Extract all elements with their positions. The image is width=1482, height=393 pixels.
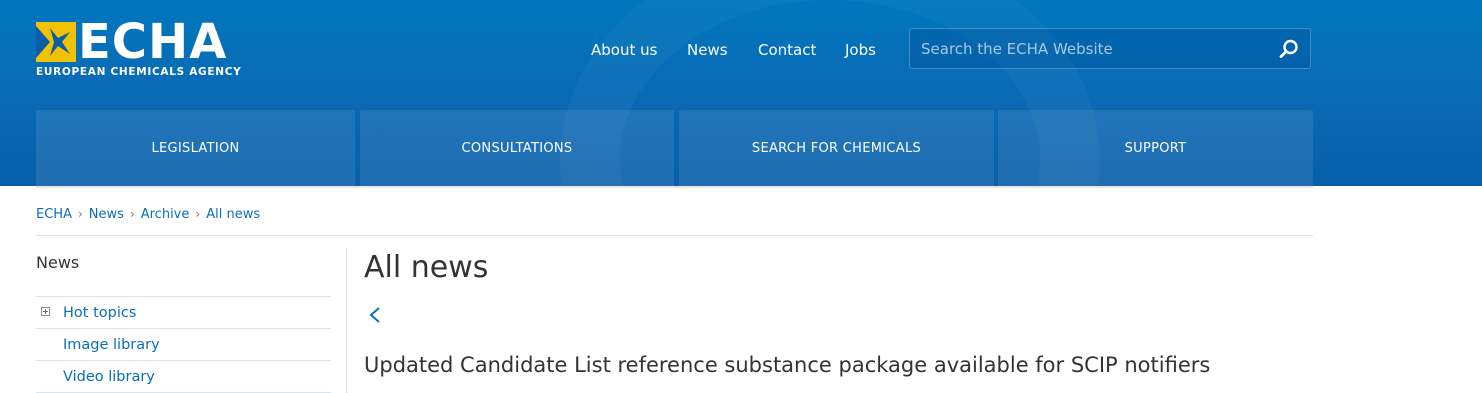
breadcrumb-separator-icon: › xyxy=(77,207,83,221)
sidebar-item-video-library[interactable]: Video library xyxy=(36,360,331,393)
expand-plus-icon[interactable] xyxy=(41,307,50,316)
sidebar-item-label[interactable]: Video library xyxy=(63,369,155,385)
news-headline[interactable]: Updated Candidate List reference substan… xyxy=(364,352,1210,378)
breadcrumb-separator-icon: › xyxy=(129,207,135,221)
nav-contact[interactable]: Contact xyxy=(758,40,816,60)
sidebar-item-hot-topics[interactable]: Hot topics xyxy=(36,296,331,328)
breadcrumb-archive[interactable]: Archive xyxy=(141,207,190,222)
sidebar-item-label[interactable]: Image library xyxy=(63,337,160,353)
page-title: All news xyxy=(364,250,489,285)
main-nav-consultations[interactable]: CONSULTATIONS xyxy=(360,110,674,186)
header-divider xyxy=(36,186,1313,188)
sidebar-title: News xyxy=(36,253,80,272)
breadcrumb-separator-icon: › xyxy=(195,207,201,221)
breadcrumb: ECHA › News › Archive › All news xyxy=(36,206,260,223)
search-icon[interactable] xyxy=(1278,38,1300,60)
breadcrumb-all-news[interactable]: All news xyxy=(206,207,260,222)
main-content: All news Updated Candidate List referenc… xyxy=(364,250,1210,377)
search-box xyxy=(909,28,1311,69)
sidebar: News Hot topics Image library Video libr… xyxy=(36,248,331,393)
search-input[interactable] xyxy=(910,29,1270,68)
main-nav-legislation[interactable]: LEGISLATION xyxy=(36,110,355,186)
main-navigation: LEGISLATION CONSULTATIONS SEARCH FOR CHE… xyxy=(36,110,1313,186)
breadcrumb-news[interactable]: News xyxy=(89,207,124,222)
main-nav-support[interactable]: SUPPORT xyxy=(998,110,1313,186)
sidebar-item-label[interactable]: Hot topics xyxy=(63,305,136,321)
content-divider xyxy=(346,248,347,393)
breadcrumb-echa[interactable]: ECHA xyxy=(36,207,72,222)
nav-news[interactable]: News xyxy=(687,40,728,60)
logo-subtitle: EUROPEAN CHEMICALS AGENCY xyxy=(36,66,242,78)
main-nav-search-for-chemicals[interactable]: SEARCH FOR CHEMICALS xyxy=(679,110,994,186)
nav-jobs[interactable]: Jobs xyxy=(845,40,876,60)
logo-wordmark: ECHA xyxy=(78,14,228,70)
echa-logo[interactable]: ECHA EUROPEAN CHEMICALS AGENCY xyxy=(36,14,251,82)
chevron-left-icon[interactable] xyxy=(368,306,382,324)
site-header: ECHA EUROPEAN CHEMICALS AGENCY About us … xyxy=(0,0,1482,186)
nav-about-us[interactable]: About us xyxy=(591,40,657,60)
sidebar-list: Hot topics Image library Video library xyxy=(36,296,331,393)
breadcrumb-divider xyxy=(36,235,1313,236)
sidebar-item-image-library[interactable]: Image library xyxy=(36,328,331,360)
echa-star-logo-icon xyxy=(36,22,76,62)
